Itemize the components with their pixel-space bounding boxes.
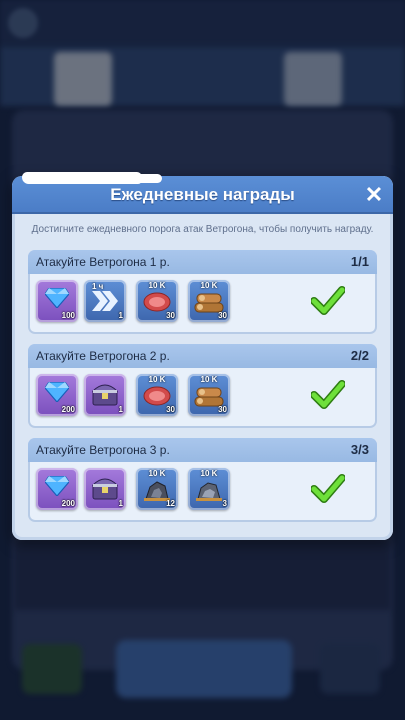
dialog-title: Ежедневные награды [110, 185, 295, 204]
wood-logs-icon [194, 293, 224, 313]
reward-item[interactable]: 1 [84, 374, 126, 416]
item-quantity: 30 [218, 405, 227, 414]
green-checkmark-icon [311, 286, 345, 315]
reward-item[interactable]: 10 K 30 [136, 374, 178, 416]
item-quantity: 30 [166, 311, 175, 320]
snow-decoration [102, 174, 162, 183]
item-quantity: 1 [118, 499, 123, 508]
item-amount: 10 K [148, 375, 166, 384]
item-quantity: 100 [61, 311, 75, 320]
reward-row-header: Атакуйте Ветрогона 2 р. 2/2 [28, 344, 377, 368]
item-quantity: 200 [61, 499, 75, 508]
item-quantity: 12 [166, 499, 175, 508]
reward-row-progress: 1/1 [350, 254, 369, 269]
reward-row-header: Атакуйте Ветрогона 1 р. 1/1 [28, 250, 377, 274]
reward-item[interactable]: 200 [36, 468, 78, 510]
reward-item[interactable]: 100 [36, 280, 78, 322]
item-quantity: 1 [118, 405, 123, 414]
meat-icon [143, 292, 171, 312]
reward-row-progress: 3/3 [350, 442, 369, 457]
item-amount: 10 K [200, 469, 218, 478]
reward-item[interactable]: 10 K 30 [188, 280, 230, 322]
blue-gem-icon [45, 382, 69, 402]
reward-row-progress: 2/2 [350, 348, 369, 363]
reward-item[interactable]: 200 [36, 374, 78, 416]
item-amount: 10 K [200, 281, 218, 290]
item-tag: 1 ч [92, 282, 104, 291]
reward-row: Атакуйте Ветрогона 2 р. 2/2 200 1 10 K 3… [28, 344, 377, 428]
reward-row-label: Атакуйте Ветрогона 2 р. [36, 349, 170, 363]
speedup-arrows-icon [92, 291, 118, 311]
reward-row-label: Атакуйте Ветрогона 3 р. [36, 443, 170, 457]
item-amount: 10 K [148, 281, 166, 290]
reward-row-label: Атакуйте Ветрогона 1 р. [36, 255, 170, 269]
dialog-subtitle: Достигните ежедневного порога атак Ветро… [31, 224, 374, 235]
reward-row-header: Атакуйте Ветрогона 3 р. 3/3 [28, 438, 377, 462]
blue-gem-icon [45, 288, 69, 308]
reward-item[interactable]: 10 K 3 [188, 468, 230, 510]
item-quantity: 1 [118, 311, 123, 320]
item-amount: 10 K [148, 469, 166, 478]
reward-item[interactable]: 10 K 12 [136, 468, 178, 510]
meat-icon [143, 386, 171, 406]
reward-item[interactable]: 10 K 30 [188, 374, 230, 416]
stone-ore-icon [196, 482, 222, 501]
blue-gem-icon [45, 476, 69, 496]
item-quantity: 3 [222, 499, 227, 508]
treasure-chest-icon [92, 478, 118, 500]
item-amount: 10 K [200, 375, 218, 384]
daily-rewards-dialog: Ежедневные награды ✕ Достигните ежедневн… [12, 172, 393, 540]
reward-item[interactable]: 1 [84, 468, 126, 510]
iron-ore-icon [144, 481, 170, 501]
item-quantity: 30 [166, 405, 175, 414]
reward-item[interactable]: 1 ч 1 [84, 280, 126, 322]
reward-item[interactable]: 10 K 30 [136, 280, 178, 322]
item-quantity: 30 [218, 311, 227, 320]
wood-logs-icon [194, 387, 224, 407]
treasure-chest-icon [92, 384, 118, 406]
green-checkmark-icon [311, 380, 345, 409]
item-quantity: 200 [61, 405, 75, 414]
reward-row: Атакуйте Ветрогона 3 р. 3/3 200 1 10 K 1… [28, 438, 377, 522]
green-checkmark-icon [311, 474, 345, 503]
reward-row: Атакуйте Ветрогона 1 р. 1/1 100 1 ч 1 10… [28, 250, 377, 334]
close-icon[interactable]: ✕ [363, 184, 385, 206]
